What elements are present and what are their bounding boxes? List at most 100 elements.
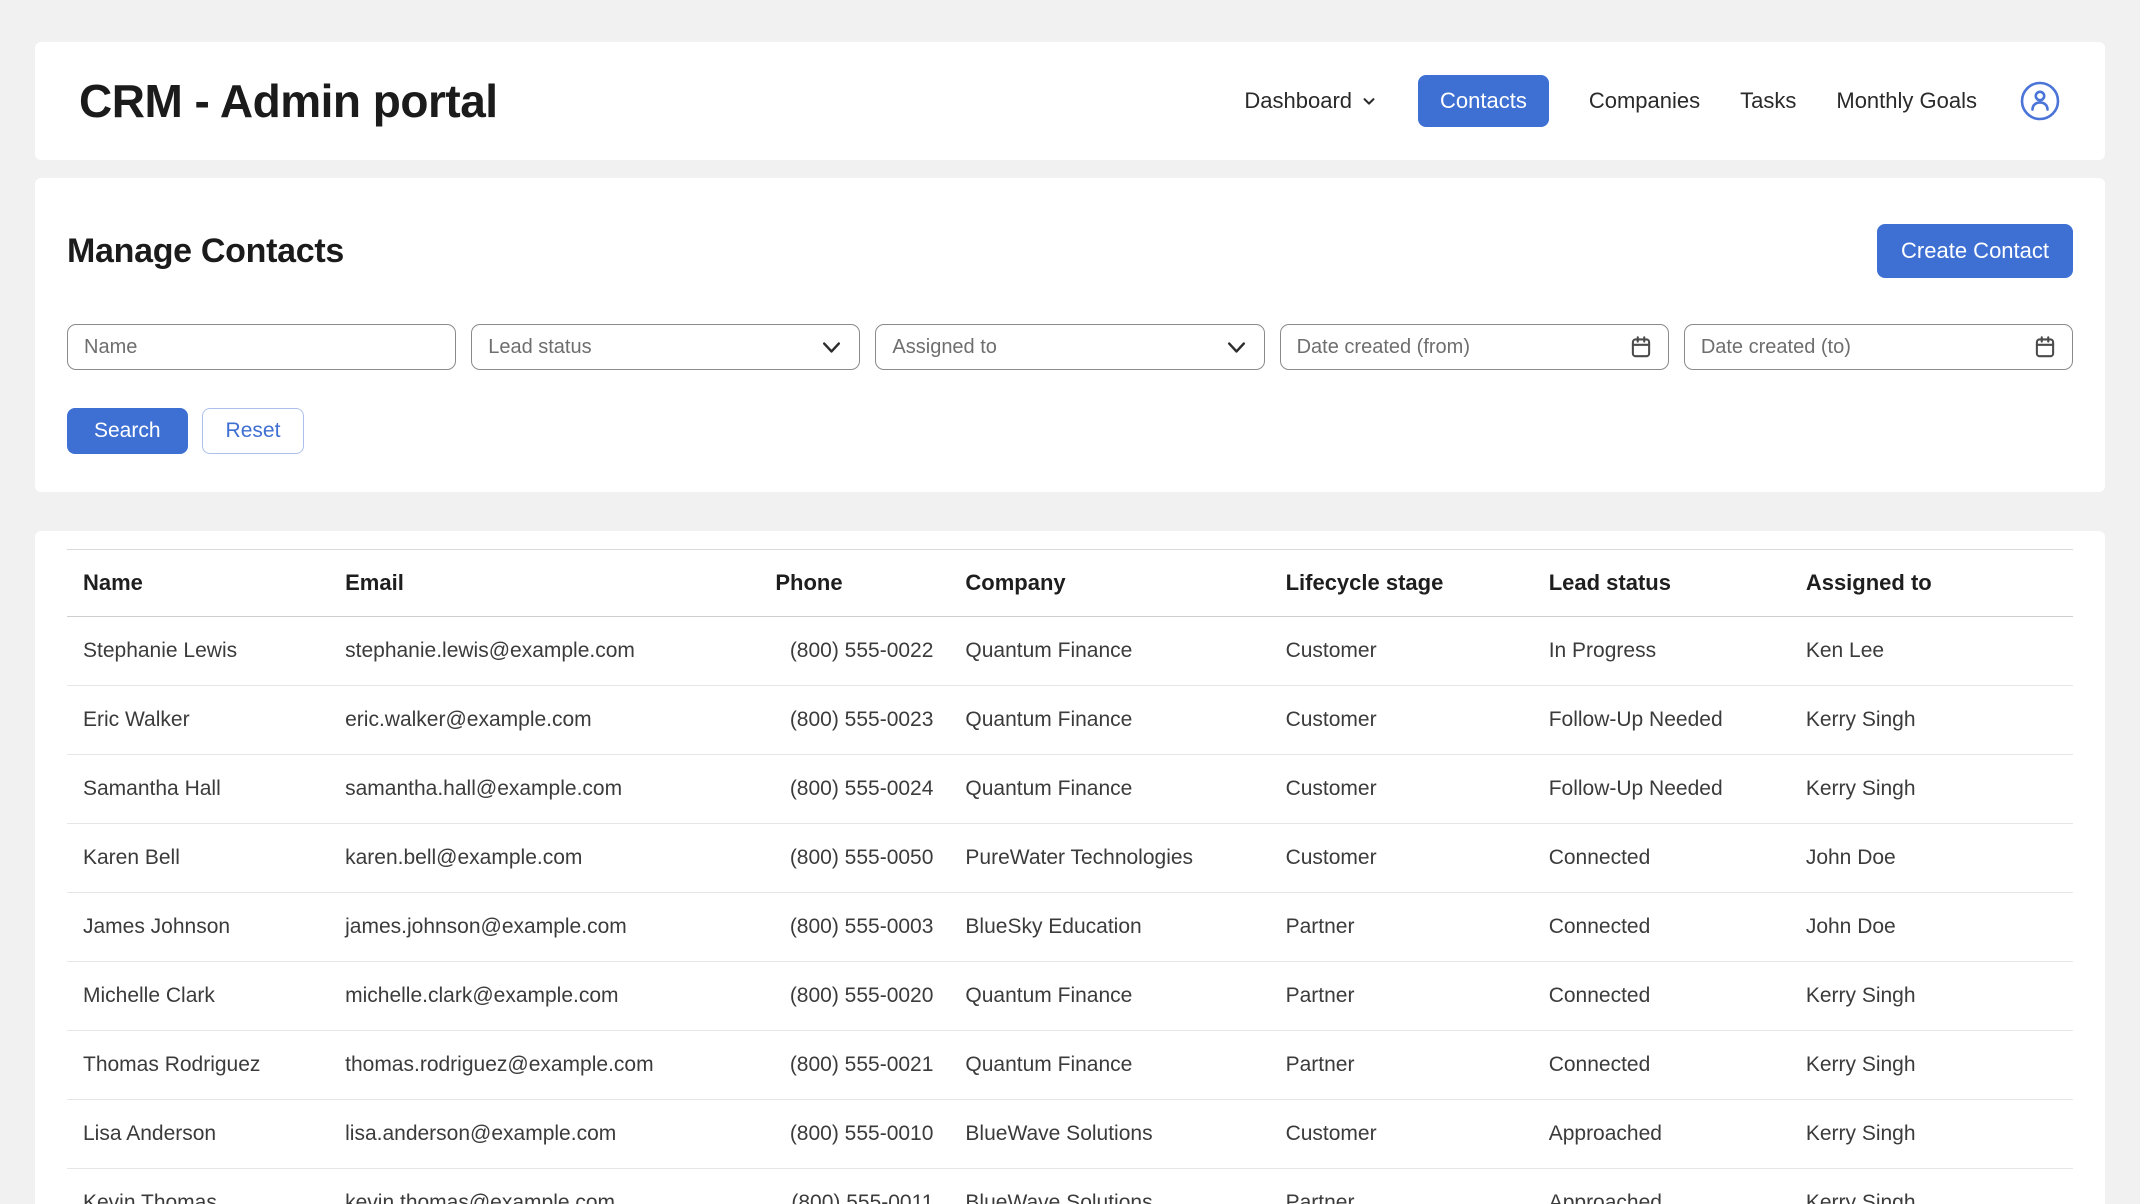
cell-email: karen.bell@example.com <box>329 824 759 893</box>
cell-lead-status: Follow-Up Needed <box>1533 755 1790 824</box>
cell-lead-status: Follow-Up Needed <box>1533 686 1790 755</box>
table-row[interactable]: Samantha Hall samantha.hall@example.com … <box>67 755 2073 824</box>
cell-company: BlueWave Solutions <box>949 1169 1269 1204</box>
cell-lifecycle-stage: Partner <box>1270 893 1533 962</box>
cell-email: kevin.thomas@example.com <box>329 1169 759 1204</box>
cell-name: Eric Walker <box>67 686 329 755</box>
cell-lead-status: In Progress <box>1533 617 1790 686</box>
name-filter-field[interactable] <box>67 324 456 370</box>
cell-phone: (800) 555-0023 <box>759 686 949 755</box>
cell-lead-status: Connected <box>1533 893 1790 962</box>
cell-assigned-to: John Doe <box>1790 893 2073 962</box>
cell-lead-status: Approached <box>1533 1100 1790 1169</box>
column-header-lifecycle-stage: Lifecycle stage <box>1270 550 1533 617</box>
cell-company: BlueWave Solutions <box>949 1100 1269 1169</box>
cell-name: Stephanie Lewis <box>67 617 329 686</box>
search-button[interactable]: Search <box>67 408 188 454</box>
reset-button[interactable]: Reset <box>202 408 305 454</box>
create-contact-button[interactable]: Create Contact <box>1877 224 2073 278</box>
cell-phone: (800) 555-0003 <box>759 893 949 962</box>
cell-phone: (800) 555-0010 <box>759 1100 949 1169</box>
cell-phone: (800) 555-0011 <box>759 1169 949 1204</box>
cell-lifecycle-stage: Customer <box>1270 824 1533 893</box>
calendar-icon[interactable] <box>2032 334 2058 360</box>
assigned-to-filter-select[interactable]: Assigned to <box>875 324 1264 370</box>
table-row[interactable]: Michelle Clark michelle.clark@example.co… <box>67 962 2073 1031</box>
cell-name: Lisa Anderson <box>67 1100 329 1169</box>
cell-lead-status: Connected <box>1533 824 1790 893</box>
cell-lead-status: Connected <box>1533 962 1790 1031</box>
date-to-input[interactable] <box>1701 336 2024 359</box>
cell-phone: (800) 555-0020 <box>759 962 949 1031</box>
cell-lead-status: Connected <box>1533 1031 1790 1100</box>
cell-email: stephanie.lewis@example.com <box>329 617 759 686</box>
cell-name: Michelle Clark <box>67 962 329 1031</box>
column-header-email: Email <box>329 550 759 617</box>
cell-name: James Johnson <box>67 893 329 962</box>
cell-company: BlueSky Education <box>949 893 1269 962</box>
nav-item-tasks[interactable]: Tasks <box>1740 88 1796 114</box>
column-header-lead-status: Lead status <box>1533 550 1790 617</box>
cell-company: Quantum Finance <box>949 755 1269 824</box>
column-header-company: Company <box>949 550 1269 617</box>
cell-assigned-to: Ken Lee <box>1790 617 2073 686</box>
cell-assigned-to: Kerry Singh <box>1790 1169 2073 1204</box>
table-row[interactable]: Lisa Anderson lisa.anderson@example.com … <box>67 1100 2073 1169</box>
cell-phone: (800) 555-0024 <box>759 755 949 824</box>
cell-email: thomas.rodriguez@example.com <box>329 1031 759 1100</box>
table-row[interactable]: Thomas Rodriguez thomas.rodriguez@exampl… <box>67 1031 2073 1100</box>
cell-assigned-to: John Doe <box>1790 824 2073 893</box>
filters-row: Lead status Assigned to <box>67 324 2073 370</box>
page: CRM - Admin portal Dashboard Contacts Co… <box>0 42 2140 1204</box>
cell-lifecycle-stage: Partner <box>1270 1031 1533 1100</box>
cell-assigned-to: Kerry Singh <box>1790 1100 2073 1169</box>
chevron-down-icon <box>818 334 845 361</box>
column-header-name: Name <box>67 550 329 617</box>
cell-assigned-to: Kerry Singh <box>1790 1031 2073 1100</box>
contacts-table: Name Email Phone Company Lifecycle stage… <box>67 549 2073 1204</box>
column-header-assigned-to: Assigned to <box>1790 550 2073 617</box>
cell-company: Quantum Finance <box>949 1031 1269 1100</box>
cell-email: lisa.anderson@example.com <box>329 1100 759 1169</box>
cell-email: james.johnson@example.com <box>329 893 759 962</box>
name-filter-input[interactable] <box>84 336 441 359</box>
cell-assigned-to: Kerry Singh <box>1790 962 2073 1031</box>
cell-company: Quantum Finance <box>949 962 1269 1031</box>
cell-assigned-to: Kerry Singh <box>1790 755 2073 824</box>
cell-name: Karen Bell <box>67 824 329 893</box>
cell-phone: (800) 555-0050 <box>759 824 949 893</box>
cell-company: Quantum Finance <box>949 617 1269 686</box>
user-avatar-icon[interactable] <box>2019 80 2061 122</box>
nav-item-monthly-goals[interactable]: Monthly Goals <box>1836 88 1977 114</box>
cell-lifecycle-stage: Customer <box>1270 686 1533 755</box>
table-row[interactable]: Karen Bell karen.bell@example.com (800) … <box>67 824 2073 893</box>
table-row[interactable]: Eric Walker eric.walker@example.com (800… <box>67 686 2073 755</box>
cell-company: PureWater Technologies <box>949 824 1269 893</box>
calendar-icon[interactable] <box>1628 334 1654 360</box>
cell-phone: (800) 555-0022 <box>759 617 949 686</box>
chevron-down-icon <box>1360 92 1378 110</box>
table-row[interactable]: Stephanie Lewis stephanie.lewis@example.… <box>67 617 2073 686</box>
cell-email: samantha.hall@example.com <box>329 755 759 824</box>
date-to-filter-field[interactable] <box>1684 324 2073 370</box>
column-header-phone: Phone <box>759 550 949 617</box>
nav-item-companies[interactable]: Companies <box>1589 88 1700 114</box>
date-from-filter-field[interactable] <box>1280 324 1669 370</box>
nav-item-contacts[interactable]: Contacts <box>1418 75 1549 127</box>
cell-email: michelle.clark@example.com <box>329 962 759 1031</box>
table-header-row: Name Email Phone Company Lifecycle stage… <box>67 550 2073 617</box>
lead-status-filter-select[interactable]: Lead status <box>471 324 860 370</box>
nav-item-dashboard[interactable]: Dashboard <box>1244 88 1378 114</box>
app-title: CRM - Admin portal <box>79 74 498 128</box>
app-header: CRM - Admin portal Dashboard Contacts Co… <box>35 42 2105 160</box>
cell-lifecycle-stage: Customer <box>1270 1100 1533 1169</box>
cell-lifecycle-stage: Partner <box>1270 1169 1533 1204</box>
page-title: Manage Contacts <box>67 232 344 271</box>
table-row[interactable]: James Johnson james.johnson@example.com … <box>67 893 2073 962</box>
main-nav: Dashboard Contacts Companies Tasks Month… <box>1244 75 2061 127</box>
manage-contacts-panel: Manage Contacts Create Contact Lead stat… <box>35 178 2105 492</box>
table-row[interactable]: Kevin Thomas kevin.thomas@example.com (8… <box>67 1169 2073 1204</box>
contacts-table-card: Name Email Phone Company Lifecycle stage… <box>35 531 2105 1204</box>
cell-lead-status: Approached <box>1533 1169 1790 1204</box>
date-from-input[interactable] <box>1297 336 1620 359</box>
